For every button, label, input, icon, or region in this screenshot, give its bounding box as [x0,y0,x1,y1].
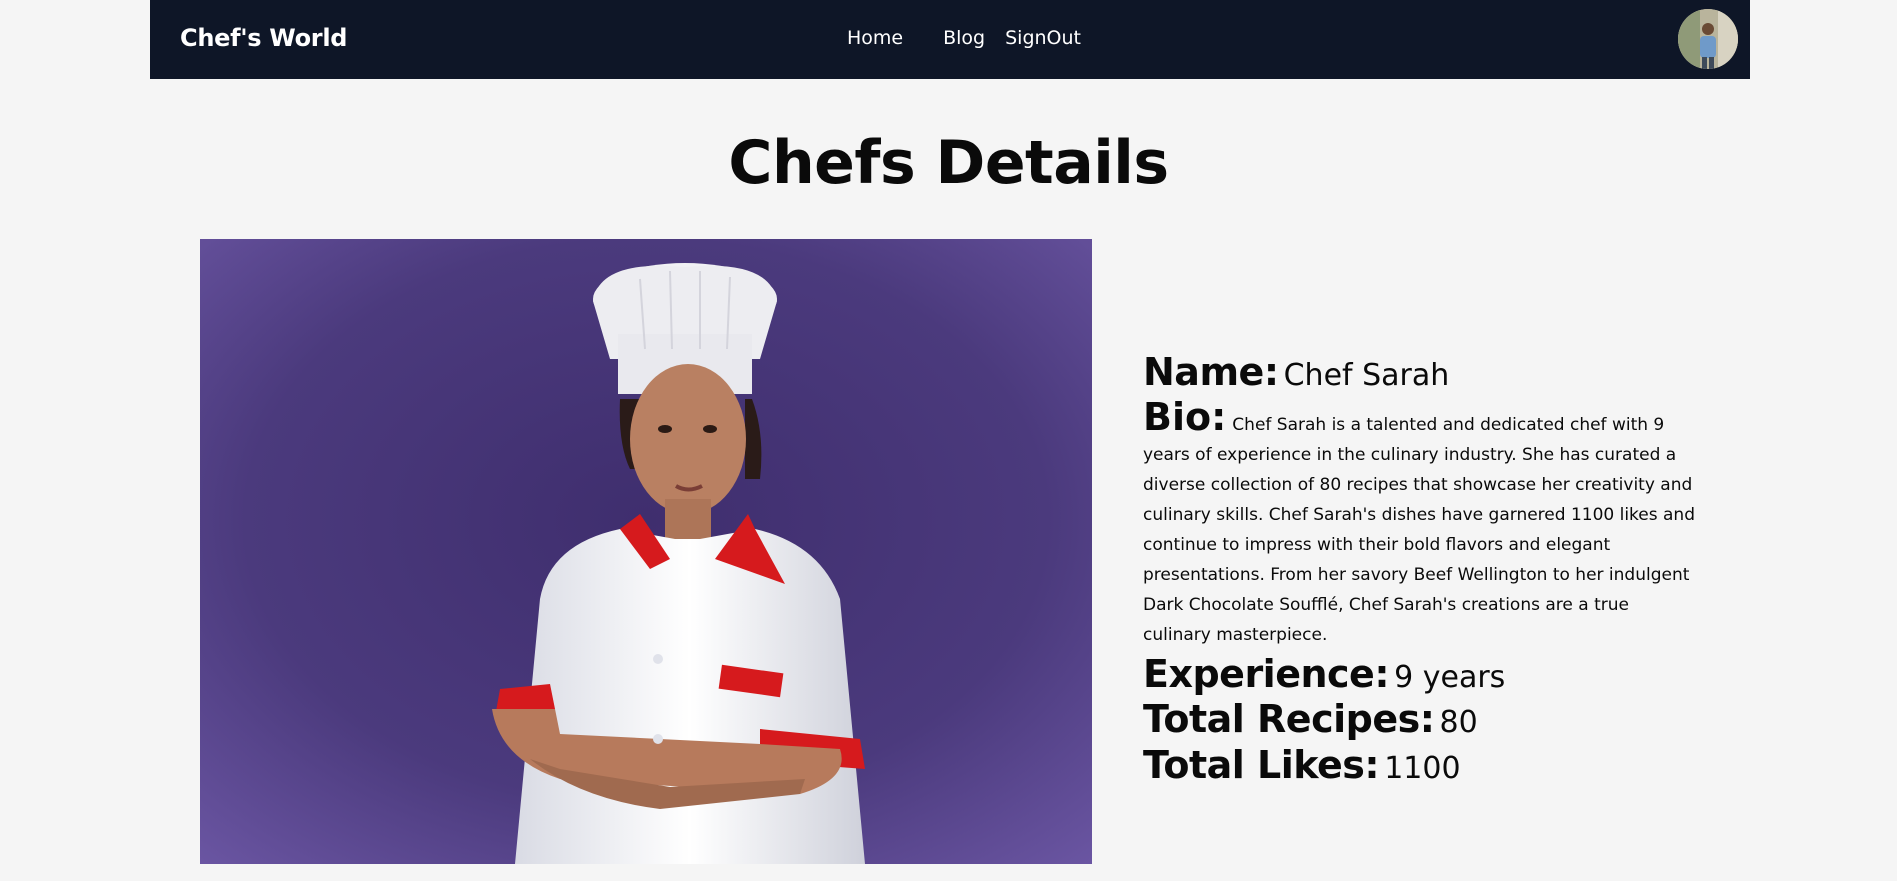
experience-label: Experience: [1143,651,1390,696]
user-avatar-icon[interactable] [1678,9,1738,69]
name-label: Name: [1143,350,1279,394]
nav-link-home[interactable]: Home [847,27,903,49]
likes-row: Total Likes: 1100 [1143,743,1701,789]
chef-details: Name: Chef Sarah Bio: Chef Sarah is a tal… [1143,350,1701,788]
bio-value: Chef Sarah is a talented and dedicated c… [1143,414,1696,645]
name-value: Chef Sarah [1283,358,1450,393]
nav-link-signout[interactable]: SignOut [1005,27,1081,49]
nav-link-blog[interactable]: Blog [943,27,985,49]
likes-value: 1100 [1384,750,1461,786]
likes-label: Total Likes: [1143,742,1380,787]
name-row: Name: Chef Sarah [1143,350,1701,396]
navbar: Chef's World Home Blog SignOut [150,0,1750,79]
recipes-value: 80 [1439,705,1478,741]
bio-row: Bio: Chef Sarah is a talented and dedicat… [1143,398,1701,650]
recipes-row: Total Recipes: 80 [1143,697,1701,743]
page-title: Chefs Details [728,128,1169,198]
recipes-label: Total Recipes: [1143,697,1435,742]
brand-logo[interactable]: Chef's World [180,24,347,52]
chef-photo [200,239,1092,864]
bio-label: Bio: [1143,394,1227,439]
nav-links: Home Blog SignOut [847,27,1081,49]
experience-row: Experience: 9 years [1143,652,1701,698]
experience-value: 9 years [1394,659,1506,695]
